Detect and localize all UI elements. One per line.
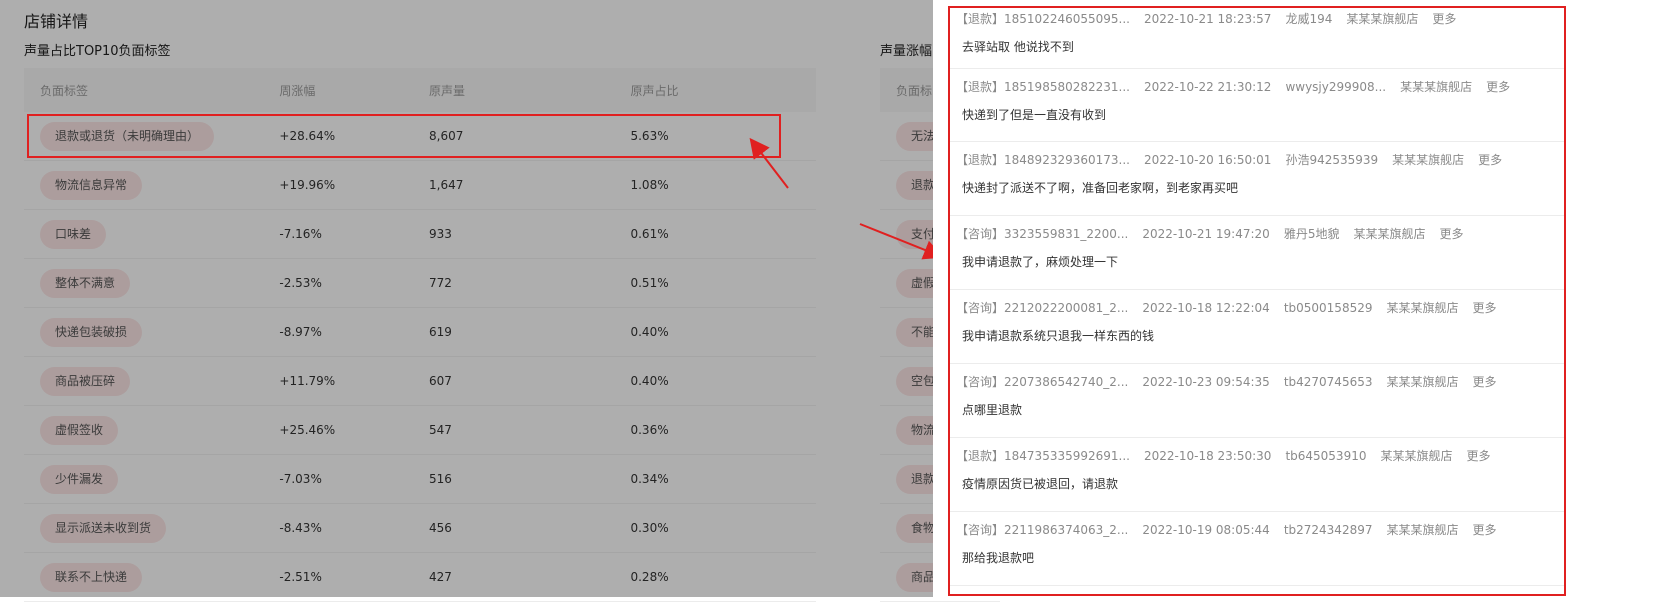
highlight-box-drawer (948, 6, 1566, 596)
arrow-to-drawer (859, 223, 944, 260)
arrow-to-row (749, 137, 789, 189)
